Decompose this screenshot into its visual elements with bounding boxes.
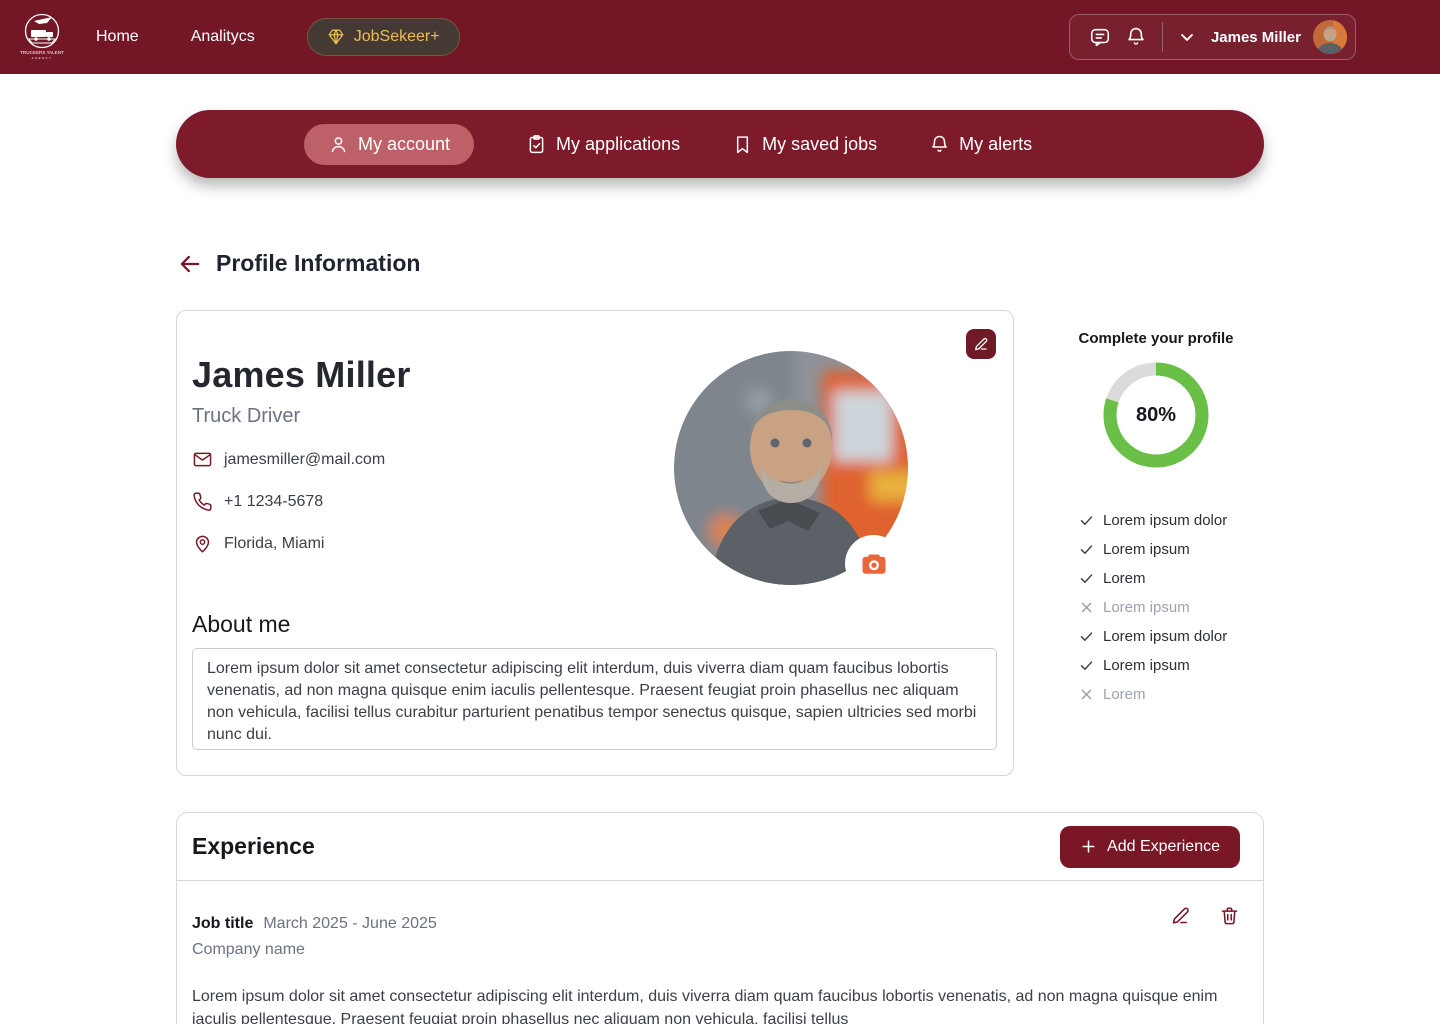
arrow-left-icon — [177, 251, 203, 277]
tab-my-saved-jobs[interactable]: My saved jobs — [732, 124, 877, 165]
experience-header: Experience Add Experience — [177, 813, 1263, 881]
completion-percent: 80% — [1101, 360, 1211, 470]
profile-card: James Miller Truck Driver jamesmiller@ma… — [176, 310, 1014, 776]
jobseeker-plus-label: JobSekeer+ — [354, 28, 440, 46]
plus-icon — [1080, 838, 1097, 855]
page-head: Profile Information — [177, 250, 420, 277]
page: TRUCKERS TALENT AGENCY Home Analitycs Jo… — [0, 0, 1440, 1024]
checklist-item: Lorem ipsum dolor — [1055, 625, 1257, 647]
tab-my-alerts[interactable]: My alerts — [929, 124, 1032, 165]
gem-icon — [327, 28, 345, 46]
user-icon — [328, 134, 349, 155]
nav-link-home[interactable]: Home — [96, 28, 139, 46]
notifications-button[interactable] — [1118, 19, 1154, 55]
edit-profile-button[interactable] — [966, 329, 996, 359]
x-icon — [1079, 687, 1094, 702]
messages-button[interactable] — [1082, 19, 1118, 55]
job-description: Lorem ipsum dolor sit amet consectetur a… — [192, 985, 1242, 1024]
experience-card: Experience Add Experience Job title Marc… — [176, 812, 1264, 1024]
completion-title: Complete your profile — [1055, 330, 1257, 347]
mail-icon — [192, 449, 213, 470]
svg-text:TRUCKERS TALENT: TRUCKERS TALENT — [20, 50, 64, 55]
bookmark-icon — [732, 134, 753, 155]
pencil-icon — [1170, 905, 1191, 926]
checklist-item: Lorem ipsum — [1055, 596, 1257, 618]
checklist-item: Lorem — [1055, 683, 1257, 705]
profile-location: Florida, Miami — [224, 535, 324, 553]
camera-icon — [859, 549, 889, 579]
experience-entry: Job title March 2025 - June 2025 Company… — [177, 881, 1263, 1024]
user-name[interactable]: James Miller — [1211, 29, 1301, 46]
edit-experience-button[interactable] — [1170, 905, 1191, 926]
jobseeker-plus-button[interactable]: JobSekeer+ — [307, 18, 460, 56]
checklist-item: Lorem ipsum — [1055, 538, 1257, 560]
job-company: Company name — [192, 941, 1248, 959]
nav-link-analitycs[interactable]: Analitycs — [191, 28, 255, 46]
experience-title: Experience — [192, 833, 315, 860]
bell-icon — [1125, 26, 1147, 48]
tab-my-account[interactable]: My account — [304, 124, 474, 165]
tab-my-applications[interactable]: My applications — [526, 124, 680, 165]
entry-actions — [1170, 905, 1240, 926]
tab-label: My applications — [556, 134, 680, 155]
top-navbar: TRUCKERS TALENT AGENCY Home Analitycs Jo… — [0, 0, 1440, 74]
checklist-item: Lorem — [1055, 567, 1257, 589]
tab-label: My alerts — [959, 134, 1032, 155]
completion-sidebar: Complete your profile 80% Lorem ipsum do… — [1055, 330, 1257, 712]
profile-phone: +1 1234-5678 — [224, 493, 323, 511]
chat-icon — [1089, 26, 1111, 48]
svg-text:AGENCY: AGENCY — [32, 56, 53, 60]
job-dates: March 2025 - June 2025 — [263, 915, 436, 933]
clipboard-check-icon — [526, 134, 547, 155]
pencil-icon — [973, 336, 989, 352]
job-row: Job title March 2025 - June 2025 — [192, 915, 1248, 933]
trash-icon — [1219, 905, 1240, 926]
about-me-textarea[interactable]: Lorem ipsum dolor sit amet consectetur a… — [192, 648, 997, 750]
checklist-item: Lorem ipsum dolor — [1055, 509, 1257, 531]
divider — [1162, 22, 1163, 52]
check-icon — [1079, 571, 1094, 586]
account-tabbar: My account My applications My saved jobs… — [176, 110, 1264, 178]
user-menu-group: James Miller — [1069, 14, 1356, 60]
checklist-item: Lorem ipsum — [1055, 654, 1257, 676]
page-title: Profile Information — [216, 250, 420, 277]
profile-photo-wrap — [674, 351, 908, 585]
bell-icon — [929, 134, 950, 155]
completion-donut: 80% — [1101, 360, 1211, 470]
change-photo-button[interactable] — [845, 535, 902, 592]
add-experience-button[interactable]: Add Experience — [1060, 826, 1240, 868]
delete-experience-button[interactable] — [1219, 905, 1240, 926]
about-me-title: About me — [192, 611, 1013, 638]
chevron-down-icon[interactable] — [1177, 27, 1197, 47]
job-title: Job title — [192, 915, 253, 933]
profile-email: jamesmiller@mail.com — [224, 451, 385, 469]
check-icon — [1079, 658, 1094, 673]
tab-label: My account — [358, 134, 450, 155]
check-icon — [1079, 629, 1094, 644]
check-icon — [1079, 513, 1094, 528]
phone-icon — [192, 491, 213, 512]
back-button[interactable] — [177, 251, 203, 277]
completion-checklist: Lorem ipsum dolor Lorem ipsum Lorem Lore… — [1055, 509, 1257, 705]
tab-label: My saved jobs — [762, 134, 877, 155]
map-pin-icon — [192, 533, 213, 554]
check-icon — [1079, 542, 1094, 557]
brand-logo[interactable]: TRUCKERS TALENT AGENCY — [16, 8, 68, 66]
x-icon — [1079, 600, 1094, 615]
avatar[interactable] — [1313, 20, 1347, 54]
add-experience-label: Add Experience — [1107, 838, 1220, 856]
